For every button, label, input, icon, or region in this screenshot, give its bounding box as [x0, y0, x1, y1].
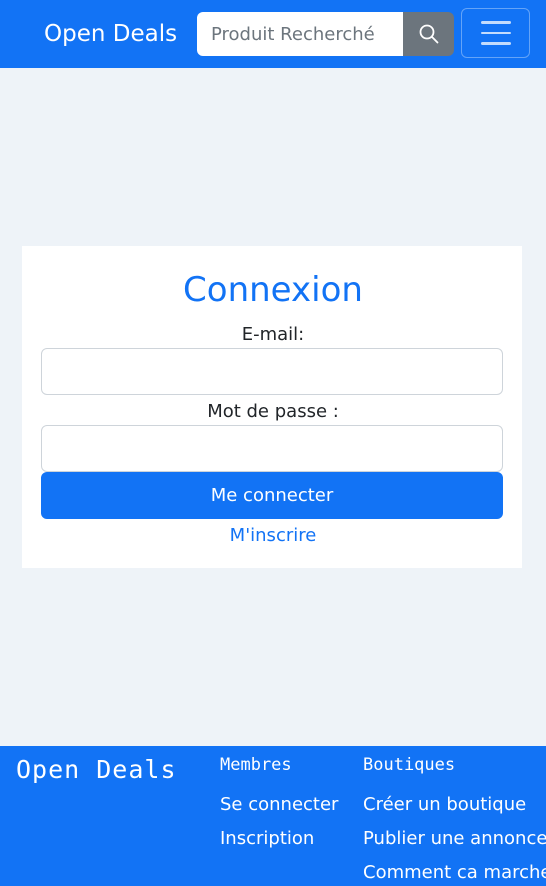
search-icon — [419, 24, 438, 44]
search-button[interactable] — [403, 12, 454, 56]
footer-link-how-it-works[interactable]: Comment ca marche — [363, 861, 546, 885]
password-field[interactable] — [41, 425, 503, 472]
login-button[interactable]: Me connecter — [41, 472, 503, 519]
password-label: Mot de passe : — [207, 401, 339, 422]
footer: Open Deals Membres Boutiques Se connecte… — [0, 746, 546, 886]
search-input[interactable] — [197, 12, 404, 56]
menu-toggle-button[interactable] — [461, 8, 530, 58]
footer-brand: Open Deals — [16, 755, 177, 784]
footer-heading-members: Membres — [220, 755, 292, 775]
email-label: E-mail: — [241, 324, 305, 345]
footer-link-login[interactable]: Se connecter — [220, 793, 338, 817]
footer-link-publish-ad[interactable]: Publier une annonce — [363, 827, 546, 851]
brand-logo[interactable]: Open Deals — [44, 18, 177, 50]
top-navbar: Open Deals — [0, 0, 546, 68]
footer-link-create-shop[interactable]: Créer un boutique — [363, 793, 526, 817]
signup-link[interactable]: M'inscrire — [0, 524, 546, 548]
page-title: Connexion — [183, 270, 363, 310]
footer-link-signup[interactable]: Inscription — [220, 827, 314, 851]
hamburger-menu-icon — [480, 21, 511, 24]
footer-heading-shops: Boutiques — [363, 755, 456, 775]
email-field[interactable] — [41, 348, 503, 395]
